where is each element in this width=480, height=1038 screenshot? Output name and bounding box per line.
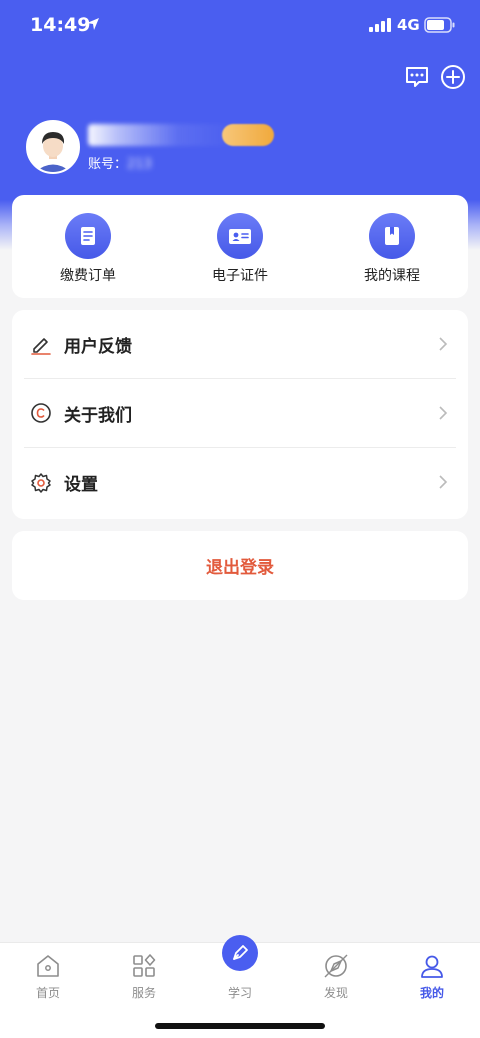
- menu-card: 用户反馈 关于我们 设置: [12, 310, 468, 519]
- course-book-icon: [369, 213, 415, 259]
- avatar[interactable]: [26, 120, 80, 174]
- tab-label: 服务: [131, 986, 156, 1000]
- order-document-icon: [65, 213, 111, 259]
- avatar-illustration: [28, 122, 78, 172]
- id-card-icon: [217, 213, 263, 259]
- battery-icon: [424, 17, 455, 33]
- chevron-right-icon: [439, 337, 448, 351]
- pen-icon: [233, 945, 248, 960]
- quick-action-label: 我的课程: [364, 268, 420, 284]
- vip-badge: [222, 124, 274, 146]
- location-arrow-icon: [87, 18, 99, 30]
- username-redacted: [88, 124, 238, 146]
- quick-action-label: 缴费订单: [60, 268, 116, 284]
- tab-label: 首页: [35, 986, 60, 1000]
- quick-actions-card: 缴费订单 电子证件 我的课程: [12, 195, 468, 298]
- compass-icon: [324, 954, 348, 978]
- status-bar: 14:49 4G: [0, 0, 480, 52]
- tab-home[interactable]: 首页: [0, 943, 96, 1038]
- home-icon: [37, 955, 59, 977]
- chevron-right-icon: [439, 406, 448, 420]
- menu-item-feedback[interactable]: 用户反馈: [24, 310, 456, 379]
- logout-button[interactable]: 退出登录: [12, 531, 468, 600]
- chevron-right-icon: [439, 475, 448, 489]
- quick-action-payment-orders[interactable]: 缴费订单: [12, 195, 164, 298]
- signal-icon: [369, 18, 391, 32]
- tab-label: 我的: [419, 986, 444, 1000]
- quick-action-my-courses[interactable]: 我的课程: [316, 195, 468, 298]
- logout-label: 退出登录: [206, 558, 274, 578]
- account-value: 213: [127, 157, 152, 172]
- status-time: 14:49: [30, 14, 91, 36]
- account-label: 账号：: [88, 157, 128, 172]
- tab-mine[interactable]: 我的: [384, 943, 480, 1038]
- gear-icon: [31, 472, 51, 493]
- menu-item-about[interactable]: 关于我们: [24, 379, 456, 448]
- menu-item-label: 关于我们: [64, 405, 132, 426]
- pencil-icon: [31, 338, 51, 355]
- menu-item-label: 设置: [64, 475, 98, 495]
- home-indicator: [155, 1023, 325, 1029]
- grid-icon: [133, 954, 156, 977]
- menu-item-label: 用户反馈: [64, 336, 132, 357]
- menu-item-settings[interactable]: 设置: [24, 448, 456, 517]
- header-actions: [404, 64, 466, 90]
- message-icon[interactable]: [404, 64, 430, 90]
- study-fab[interactable]: [222, 935, 258, 971]
- account-info: 账号：213: [88, 153, 152, 172]
- quick-action-label: 电子证件: [212, 268, 268, 284]
- user-icon: [421, 955, 443, 978]
- add-circle-icon[interactable]: [440, 64, 466, 90]
- copyright-icon: [31, 403, 51, 423]
- quick-action-e-certificate[interactable]: 电子证件: [164, 195, 316, 298]
- network-type: 4G: [397, 16, 420, 34]
- tab-label: 学习: [227, 986, 252, 1000]
- tab-label: 发现: [323, 986, 348, 1000]
